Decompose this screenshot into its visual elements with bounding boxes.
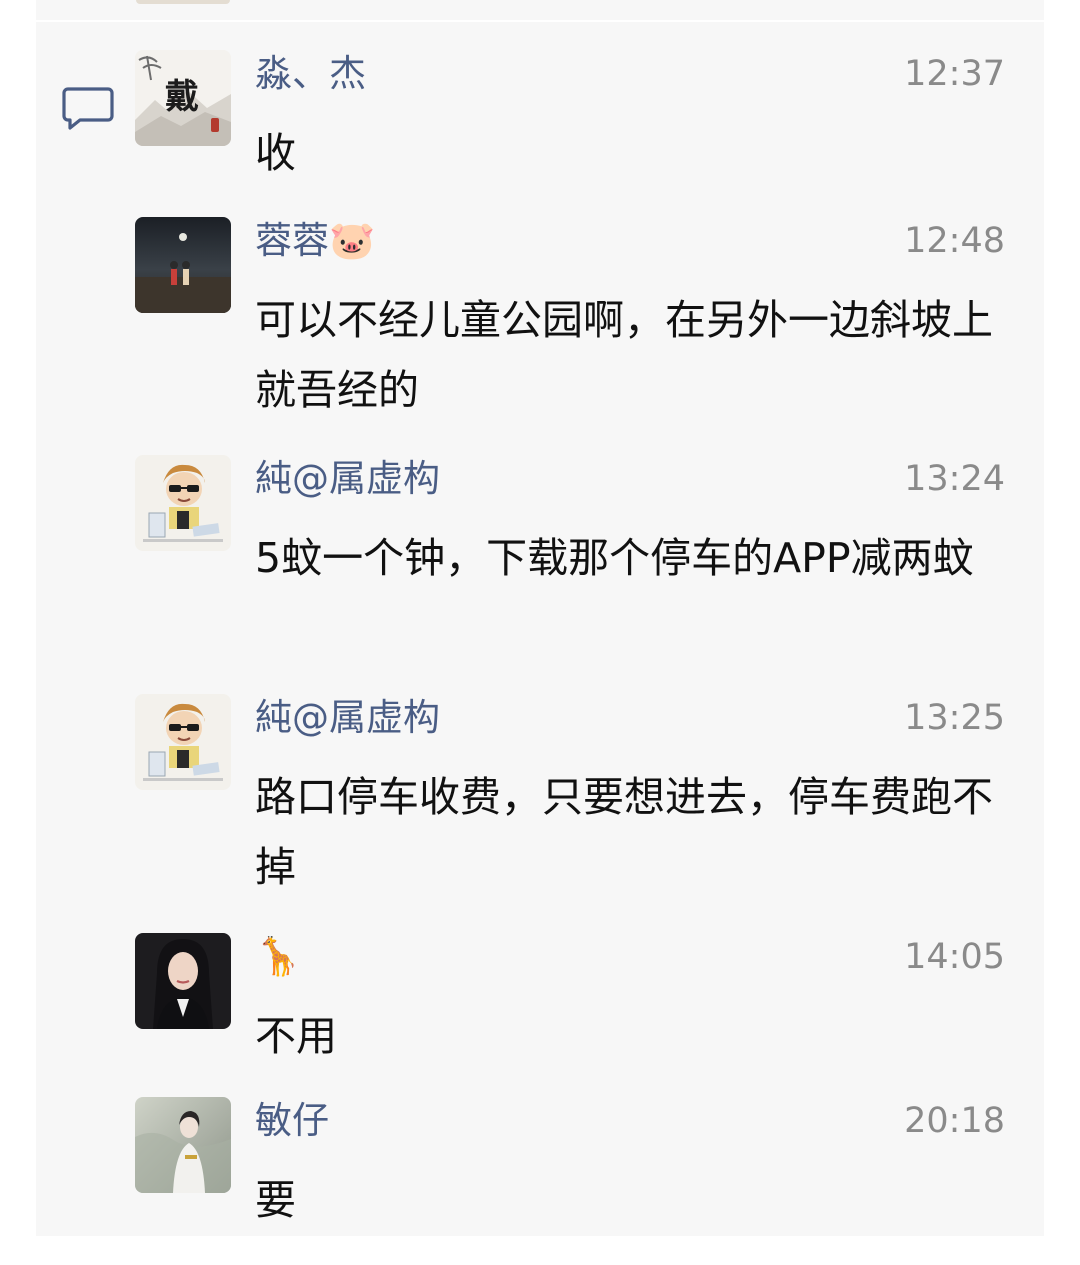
cartoon-boy-avatar[interactable] [135, 455, 231, 551]
sender-name[interactable]: 🦒 [255, 933, 301, 981]
timestamp: 13:24 [904, 459, 1005, 499]
woman-hanfu-avatar[interactable] [135, 1097, 231, 1193]
message-text: 路口停车收费，只要想进去，停车费跑不掉 [255, 773, 993, 891]
message-text: 收 [255, 129, 296, 177]
timestamp: 12:37 [904, 54, 1005, 94]
svg-text:戴: 戴 [165, 77, 199, 117]
woman-portrait-avatar[interactable] [135, 933, 231, 1029]
comment-icon[interactable] [62, 86, 114, 130]
divider [36, 20, 1044, 22]
message-text: 不用 [255, 1012, 337, 1060]
sender-name[interactable]: 敏仔 [255, 1097, 329, 1145]
timestamp: 12:48 [904, 221, 1005, 261]
timestamp: 13:25 [904, 698, 1005, 738]
sender-name[interactable]: 蓉蓉🐷 [255, 217, 375, 265]
sender-name[interactable]: 純@属虚构 [255, 694, 440, 742]
message-text: 要 [255, 1176, 296, 1224]
timestamp: 14:05 [904, 937, 1005, 977]
night-beach-avatar[interactable] [135, 217, 231, 313]
message-text: 5蚊一个钟，下载那个停车的APP减两蚊 [255, 534, 974, 582]
sender-name[interactable]: 淼、杰 [255, 50, 366, 98]
avatar [136, 0, 230, 4]
cartoon-boy-avatar[interactable] [135, 694, 231, 790]
ink-painting-avatar[interactable]: 戴 [135, 50, 231, 146]
sender-name[interactable]: 純@属虚构 [255, 455, 440, 503]
message-text: 可以不经儿童公园啊，在另外一边斜坡上就吾经的 [255, 296, 993, 414]
timestamp: 20:18 [904, 1101, 1005, 1141]
